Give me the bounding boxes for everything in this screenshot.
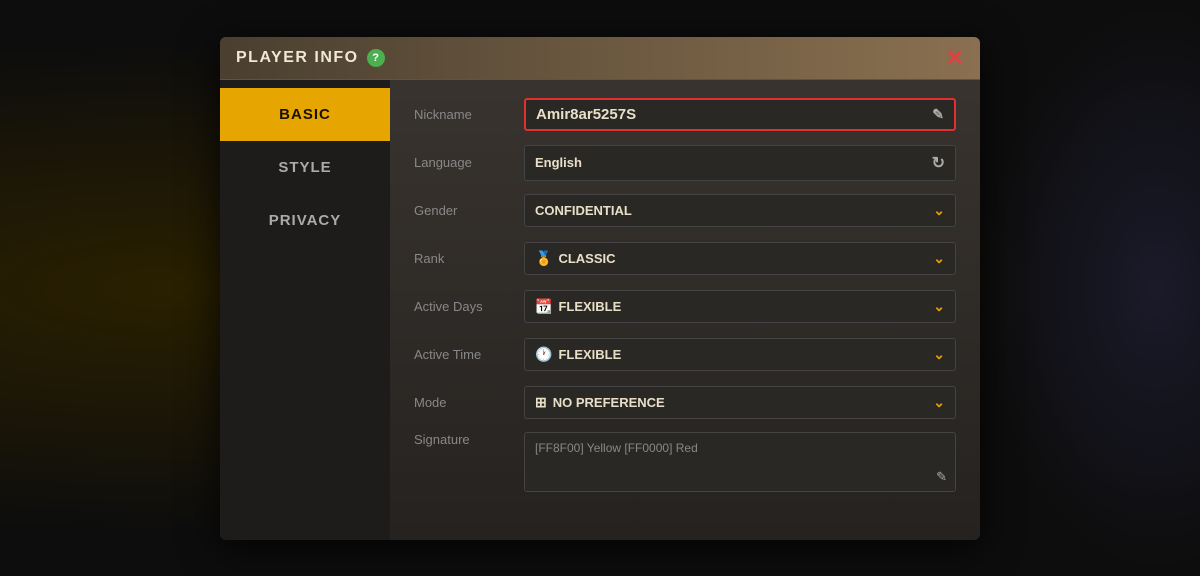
nickname-label: Nickname [414, 107, 524, 122]
dialog-title: PLAYER INFO [236, 49, 359, 67]
gender-field: CONFIDENTIAL ⌄ [524, 194, 956, 227]
active-time-field: 🕐 FLEXIBLE ⌄ [524, 338, 956, 371]
rank-select[interactable]: 🏅 CLASSIC ⌄ [524, 242, 956, 275]
nickname-input[interactable]: Amir8ar5257S ✎ [524, 98, 956, 131]
gender-label: Gender [414, 203, 524, 218]
dialog-title-row: PLAYER INFO ? [236, 49, 385, 67]
nickname-value: Amir8ar5257S [536, 106, 636, 123]
player-info-dialog: PLAYER INFO ? ✕ BASIC STYLE PRIVACY Nick… [220, 37, 980, 540]
signature-input[interactable]: [FF8F00] Yellow [FF0000] Red ✎ [524, 432, 956, 492]
language-label: Language [414, 155, 524, 170]
signature-row: Signature [FF8F00] Yellow [FF0000] Red ✎ [414, 432, 956, 492]
language-row: Language English ↻ [414, 144, 956, 182]
gender-value: CONFIDENTIAL [535, 203, 632, 218]
mode-row: Mode ⊞ NO PREFERENCE ⌄ [414, 384, 956, 422]
sidebar: BASIC STYLE PRIVACY [220, 80, 390, 540]
active-days-row: Active Days 📆 FLEXIBLE ⌄ [414, 288, 956, 326]
language-select[interactable]: English ↻ [524, 145, 956, 181]
sidebar-item-basic[interactable]: BASIC [220, 88, 390, 141]
signature-field: [FF8F00] Yellow [FF0000] Red ✎ [524, 432, 956, 492]
active-days-field: 📆 FLEXIBLE ⌄ [524, 290, 956, 323]
mode-select-inner: ⊞ NO PREFERENCE [535, 394, 665, 411]
mode-select[interactable]: ⊞ NO PREFERENCE ⌄ [524, 386, 956, 419]
gender-select-inner: CONFIDENTIAL [535, 203, 632, 218]
rank-select-inner: 🏅 CLASSIC [535, 250, 616, 267]
mode-value: NO PREFERENCE [553, 395, 665, 410]
language-value: English [535, 155, 582, 170]
active-time-inner: 🕐 FLEXIBLE [535, 346, 621, 363]
active-time-value: FLEXIBLE [558, 347, 621, 362]
sidebar-item-privacy[interactable]: PRIVACY [220, 194, 390, 247]
active-days-select[interactable]: 📆 FLEXIBLE ⌄ [524, 290, 956, 323]
active-days-icon: 📆 [535, 298, 552, 315]
rank-label: Rank [414, 251, 524, 266]
signature-edit-icon[interactable]: ✎ [936, 469, 947, 485]
active-time-label: Active Time [414, 347, 524, 362]
active-days-label: Active Days [414, 299, 524, 314]
signature-value: [FF8F00] Yellow [FF0000] Red [535, 441, 698, 455]
nickname-edit-icon[interactable]: ✎ [932, 106, 944, 123]
rank-row: Rank 🏅 CLASSIC ⌄ [414, 240, 956, 278]
rank-field: 🏅 CLASSIC ⌄ [524, 242, 956, 275]
gender-chevron-icon: ⌄ [933, 202, 945, 219]
gender-select[interactable]: CONFIDENTIAL ⌄ [524, 194, 956, 227]
nickname-row: Nickname Amir8ar5257S ✎ [414, 96, 956, 134]
rank-icon: 🏅 [535, 250, 552, 267]
active-time-chevron-icon: ⌄ [933, 346, 945, 363]
nickname-field: Amir8ar5257S ✎ [524, 98, 956, 131]
mode-label: Mode [414, 395, 524, 410]
active-days-inner: 📆 FLEXIBLE [535, 298, 621, 315]
rank-value: CLASSIC [558, 251, 615, 266]
mode-icon: ⊞ [535, 394, 547, 411]
dialog-header: PLAYER INFO ? ✕ [220, 37, 980, 80]
active-time-icon: 🕐 [535, 346, 552, 363]
active-days-chevron-icon: ⌄ [933, 298, 945, 315]
sidebar-item-style[interactable]: STYLE [220, 141, 390, 194]
help-icon[interactable]: ? [367, 49, 385, 67]
active-time-select[interactable]: 🕐 FLEXIBLE ⌄ [524, 338, 956, 371]
rank-chevron-icon: ⌄ [933, 250, 945, 267]
content-area: Nickname Amir8ar5257S ✎ Language English… [390, 80, 980, 540]
active-days-value: FLEXIBLE [558, 299, 621, 314]
mode-chevron-icon: ⌄ [933, 394, 945, 411]
mode-field: ⊞ NO PREFERENCE ⌄ [524, 386, 956, 419]
signature-label: Signature [414, 432, 524, 447]
dialog-body: BASIC STYLE PRIVACY Nickname Amir8ar5257… [220, 80, 980, 540]
close-button[interactable]: ✕ [946, 47, 964, 69]
active-time-row: Active Time 🕐 FLEXIBLE ⌄ [414, 336, 956, 374]
language-refresh-icon[interactable]: ↻ [932, 153, 945, 173]
gender-row: Gender CONFIDENTIAL ⌄ [414, 192, 956, 230]
language-field: English ↻ [524, 145, 956, 181]
